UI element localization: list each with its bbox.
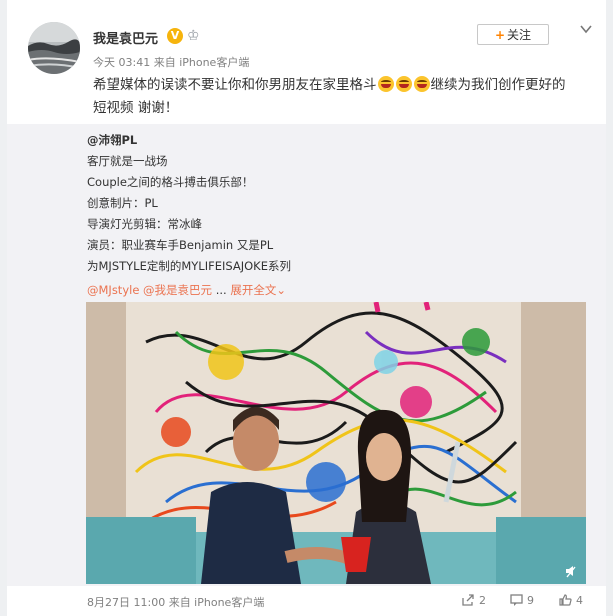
mention-link[interactable]: @MJstyle bbox=[87, 283, 139, 297]
verified-badge-icon[interactable]: V bbox=[167, 28, 183, 44]
expand-arrow-icon: ⌄ bbox=[276, 283, 286, 297]
repost-box: @沛翎PL 客厅就是一战场 Couple之间的格斗搏击俱乐部！ 创意制片：PL … bbox=[7, 124, 606, 586]
sound-icon[interactable] bbox=[564, 564, 578, 578]
repost-action[interactable]: 2 bbox=[462, 594, 486, 607]
repost-time[interactable]: 8月27日 11:00 来自 iPhone客户端 bbox=[87, 594, 264, 610]
repost-links: @MJstyle @我是袁巴元 ... 展开全文⌄ bbox=[87, 282, 286, 298]
avatar[interactable] bbox=[28, 22, 80, 74]
post-text-line2: 短视频 谢谢！ bbox=[93, 100, 179, 116]
repost-author[interactable]: @沛翎PL bbox=[87, 132, 137, 148]
post-text: 希望媒体的误读不要让你和你男朋友在家里格斗 继续为我们创作更好的 短视频 谢谢！ bbox=[93, 74, 598, 120]
like-icon bbox=[559, 594, 572, 606]
repost-line: 客厅就是一战场 bbox=[87, 154, 168, 168]
ellipsis: ... bbox=[215, 283, 227, 297]
expand-full-text-link[interactable]: 展开全文 bbox=[230, 283, 276, 297]
like-action[interactable]: 4 bbox=[559, 594, 583, 607]
weibo-card: 我是袁巴元 V ♔ 今天 03:41 来自 iPhone客户端 + 关注 希望媒体… bbox=[7, 0, 606, 616]
like-count: 4 bbox=[576, 594, 583, 607]
repost-line: 演员：职业赛车手Benjamin 又是PL bbox=[87, 238, 274, 252]
repost-line: 创意制片：PL bbox=[87, 196, 158, 210]
repost-count: 2 bbox=[479, 594, 486, 607]
post-meta: 今天 03:41 来自 iPhone客户端 bbox=[93, 56, 250, 69]
grin-emoji-icon bbox=[395, 76, 412, 92]
grin-emoji-icon bbox=[413, 76, 430, 92]
username[interactable]: 我是袁巴元 bbox=[93, 28, 158, 47]
repost-line: Couple之间的格斗搏击俱乐部！ bbox=[87, 175, 254, 189]
comment-icon bbox=[510, 594, 523, 606]
comment-action[interactable]: 9 bbox=[510, 594, 534, 607]
follow-button[interactable]: + 关注 bbox=[477, 24, 549, 45]
plus-icon: + bbox=[494, 28, 506, 42]
mention-link[interactable]: @我是袁巴元 bbox=[143, 283, 212, 297]
comment-count: 9 bbox=[527, 594, 534, 607]
follow-label: 关注 bbox=[507, 28, 532, 42]
post-text-part1: 希望媒体的误读不要让你和你男朋友在家里格斗 bbox=[93, 77, 377, 93]
video-player[interactable] bbox=[86, 302, 586, 584]
repost-line: 为MJSTYLE定制的MYLIFEISAJOKE系列 bbox=[87, 259, 291, 273]
post-text-part2: 继续为我们创作更好的 bbox=[430, 77, 566, 93]
crown-icon[interactable]: ♔ bbox=[187, 28, 200, 44]
repost-line: 导演灯光剪辑：常冰峰 bbox=[87, 217, 202, 231]
grin-emoji-icon bbox=[377, 76, 394, 92]
chevron-down-icon[interactable] bbox=[579, 22, 593, 36]
share-icon bbox=[462, 594, 474, 606]
repost-footer: 8月27日 11:00 来自 iPhone客户端 2 9 4 bbox=[7, 586, 606, 616]
